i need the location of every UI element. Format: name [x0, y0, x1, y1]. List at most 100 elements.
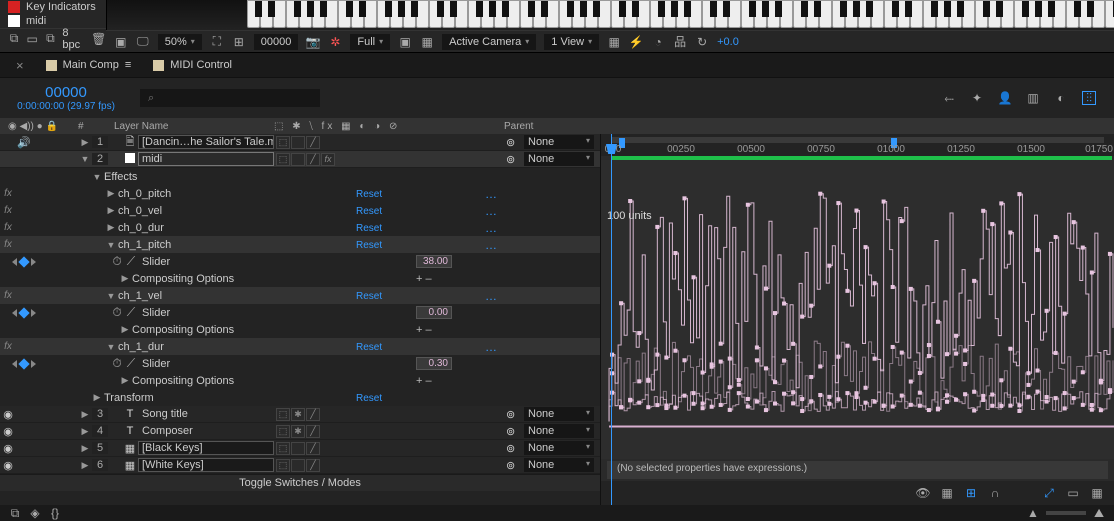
layer-name[interactable]: midi [138, 152, 274, 166]
comp-swatch [46, 60, 57, 71]
visibility-icon[interactable]: ◉ [0, 408, 16, 421]
roi-icon[interactable]: ▣ [398, 35, 412, 49]
compositing-options[interactable]: ▶Compositing Options + – [0, 321, 600, 338]
col-switches: ⬚ ✱ ⧹ fx ▦ ◐ ◑ ⊘ [274, 121, 404, 132]
reset-button[interactable]: Reset [356, 189, 382, 200]
project-item[interactable]: midi [0, 14, 106, 28]
effect-ch0-dur[interactable]: fx ▶ch_0_dur Reset … [0, 219, 600, 236]
fx-badge[interactable]: fx [0, 188, 16, 199]
frame-blend-icon[interactable]: ▥ [1026, 91, 1040, 105]
graph-icon[interactable]: ⟋ [124, 255, 138, 269]
crop-icon[interactable]: ⛶ [210, 35, 224, 49]
reset-exposure-icon[interactable]: ↻ [695, 35, 709, 49]
layer-row-5[interactable]: ◉ ▶5 ▦ [Black Keys] ⬚╱ ⊚ None▾ [0, 440, 600, 457]
pickwhip-icon[interactable]: ⊚ [506, 153, 524, 166]
layer-row-6[interactable]: ◉ ▶6 ▦ [White Keys] ⬚╱ ⊚ None▾ [0, 457, 600, 474]
compositing-options[interactable]: ▶Compositing Options + – [0, 270, 600, 287]
audio-icon[interactable]: 🔊 [16, 136, 32, 149]
tab-main-comp[interactable]: Main Comp ≡ [42, 55, 136, 75]
fast-preview-icon[interactable]: ⚡ [629, 35, 643, 49]
effect-ch1-pitch[interactable]: fx ▼ch_1_pitch Reset … [0, 236, 600, 253]
about-link[interactable]: … [476, 187, 506, 201]
slider-value[interactable]: 0.30 [416, 357, 452, 370]
effect-ch0-pitch[interactable]: fx ▶ch_0_pitch Reset … [0, 185, 600, 202]
comp-icon[interactable]: ⧉ [44, 32, 56, 46]
solid-icon [125, 153, 135, 163]
twirl-icon[interactable]: ▶ [78, 137, 92, 148]
resolution-select[interactable]: Full▾ [350, 34, 390, 50]
in-out-icon[interactable]: {} [48, 506, 62, 520]
effects-group[interactable]: ▼ Effects [0, 168, 600, 185]
effect-ch1-vel[interactable]: fx ▼ch_1_vel Reset … [0, 287, 600, 304]
trash-icon[interactable]: 🗑 [92, 32, 106, 46]
pickwhip-icon[interactable]: ⊚ [506, 136, 524, 149]
transparency-icon[interactable]: ▦ [420, 35, 434, 49]
col-layer-name: Layer Name [94, 121, 274, 132]
close-tab-button[interactable]: × [16, 58, 28, 73]
slider-value[interactable]: 0.00 [416, 306, 452, 319]
color-mgmt-icon[interactable]: ✲ [328, 35, 342, 49]
grid-icon[interactable]: ⊞ [232, 35, 246, 49]
transfer-controls-icon[interactable]: ◈ [28, 506, 42, 520]
flowchart-icon[interactable]: 品 [673, 35, 687, 49]
mask-toggle-icon[interactable]: ▣ [114, 35, 128, 49]
slider-dur[interactable]: ⏱⟋ Slider 0.30 [0, 355, 600, 372]
motion-blur-icon[interactable]: ◐ [1054, 91, 1068, 105]
layer-row-1[interactable]: 🔊 ▶ 1 🗎 [Dancin…he Sailor's Tale.mp3] ⬚╱… [0, 134, 600, 151]
layer-name[interactable]: [Dancin…he Sailor's Tale.mp3] [138, 135, 274, 149]
zoom-select[interactable]: 50%▾ [158, 34, 202, 50]
frame-display[interactable]: 00000 [254, 34, 299, 50]
comp-mini-flowchart-icon[interactable]: ⬸ [942, 91, 956, 105]
parent-select[interactable]: None▾ [524, 135, 594, 149]
hide-shy-icon[interactable]: 👤 [998, 91, 1012, 105]
views-select[interactable]: 1 View▾ [544, 34, 599, 50]
tab-midi-control[interactable]: MIDI Control [149, 55, 236, 75]
folder-icon[interactable]: ▭ [26, 32, 38, 46]
slider-vel[interactable]: ⏱⟋ Slider 0.00 [0, 304, 600, 321]
slider-value[interactable]: 38.00 [416, 255, 452, 268]
layer-row-3[interactable]: ◉ ▶3 T Song title ⬚✱╱ ⊚ None▾ [0, 406, 600, 423]
draft3d-icon[interactable]: ✦ [970, 91, 984, 105]
layer-switches-icon[interactable]: ⧉ [8, 506, 22, 520]
timeline-icon[interactable]: ◔ [651, 35, 665, 49]
selection-set-icon[interactable]: ▦ [940, 486, 954, 500]
layer-search-input[interactable] [140, 89, 320, 107]
snapshot-icon[interactable]: 📷 [306, 35, 320, 49]
project-item[interactable]: Key Indicators [0, 0, 106, 14]
fit-selection-icon[interactable]: ▭ [1066, 486, 1080, 500]
parent-select[interactable]: None▾ [524, 152, 594, 166]
compositing-options[interactable]: ▶Compositing Options + – [0, 372, 600, 389]
transform-group[interactable]: ▶Transform Reset [0, 389, 600, 406]
effect-ch1-dur[interactable]: fx ▼ch_1_dur Reset … [0, 338, 600, 355]
current-time[interactable]: 00000 0:00:00:00 (29.97 fps) [0, 78, 132, 118]
timeline-main: 🔊 ▶ 1 🗎 [Dancin…he Sailor's Tale.mp3] ⬚╱… [0, 134, 1114, 505]
show-transform-box-icon[interactable]: ⊞ [964, 486, 978, 500]
zoom-in-icon[interactable]: ⛰ [1092, 506, 1106, 520]
stopwatch-icon[interactable]: ⏱ [110, 255, 124, 269]
graph-canvas[interactable]: 100 units [601, 160, 1114, 459]
zoom-out-icon[interactable]: ▲ [1026, 506, 1040, 520]
layer-index: 2 [92, 153, 108, 165]
screen-icon[interactable]: 🖵 [136, 35, 150, 49]
eye-icon[interactable]: 👁 [916, 486, 930, 500]
time-ruler[interactable]: 000 00250 00500 00750 01000 01250 01500 … [601, 134, 1114, 156]
auto-zoom-icon[interactable]: ⤢ [1042, 486, 1056, 500]
keyframe-nav[interactable] [10, 258, 40, 266]
interpret-icon[interactable]: ⧉ [8, 32, 20, 46]
slider-pitch[interactable]: ⏱ ⟋ Slider 38.00 [0, 253, 600, 270]
graph-editor-icon[interactable]: ⫶⫶ [1082, 91, 1096, 105]
effect-ch0-vel[interactable]: fx ▶ch_0_vel Reset … [0, 202, 600, 219]
twirl-open-icon[interactable]: ▼ [78, 154, 92, 164]
pixel-aspect-icon[interactable]: ▦ [607, 35, 621, 49]
zoom-slider[interactable] [1046, 511, 1086, 515]
exposure-value[interactable]: +0.0 [717, 36, 739, 48]
current-time-indicator[interactable] [611, 134, 612, 505]
toggle-switches-modes[interactable]: Toggle Switches / Modes [0, 474, 600, 491]
bpc-display[interactable]: 8 bpc [62, 27, 85, 51]
fit-all-icon[interactable]: ▦ [1090, 486, 1104, 500]
layer-row-4[interactable]: ◉ ▶4 T Composer ⬚✱╱ ⊚ None▾ [0, 423, 600, 440]
camera-select[interactable]: Active Camera▾ [442, 34, 536, 50]
snap-icon[interactable]: ∩ [988, 486, 1002, 500]
tab-menu-icon[interactable]: ≡ [125, 59, 131, 71]
layer-row-2[interactable]: ▼ 2 midi ⬚╱fx ⊚ None▾ [0, 151, 600, 168]
